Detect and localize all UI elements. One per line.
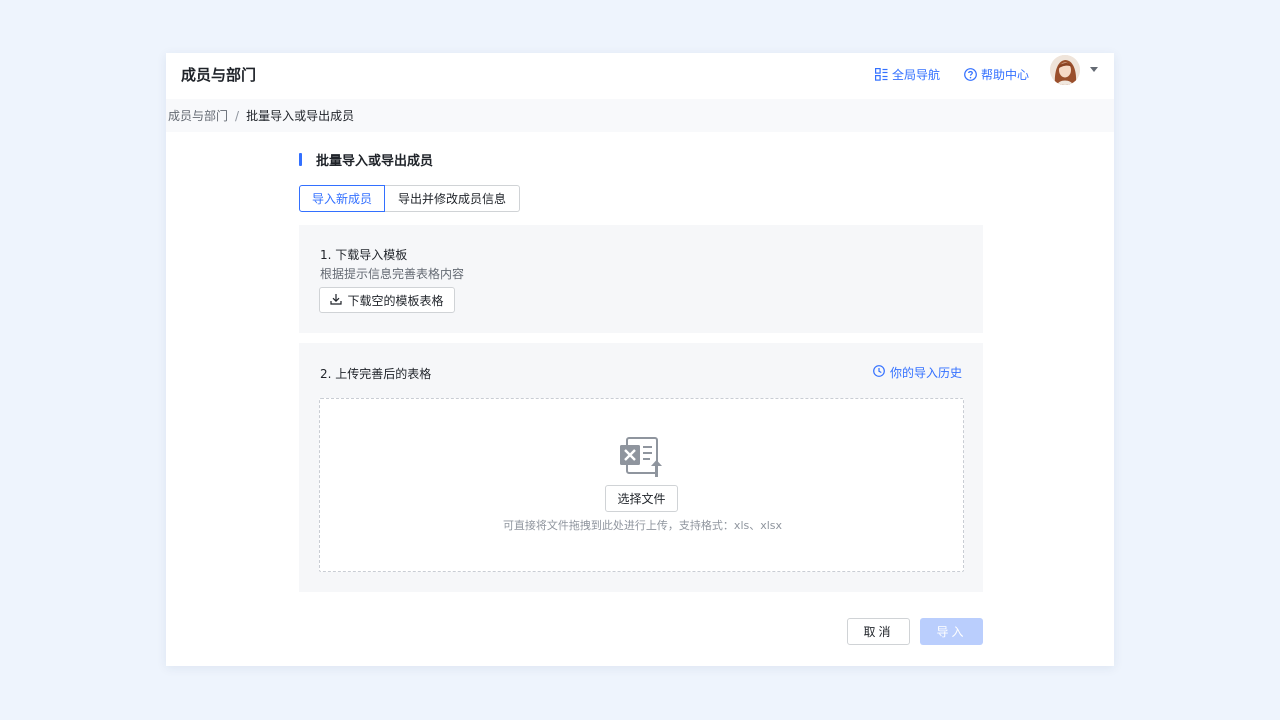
grid-list-icon <box>875 67 888 81</box>
file-dropzone[interactable]: 选择文件 可直接将文件拖拽到此处进行上传，支持格式：xls、xlsx <box>319 398 964 572</box>
tab-export-modify-members[interactable]: 导出并修改成员信息 <box>385 185 521 212</box>
chevron-down-icon[interactable] <box>1090 67 1098 72</box>
global-nav-link[interactable]: 全局导航 <box>875 64 940 84</box>
global-nav-label: 全局导航 <box>892 67 941 82</box>
top-header: 成员与部门 全局导航 帮助中心 <box>166 53 1114 99</box>
import-history-label: 你的导入历史 <box>890 366 963 380</box>
section-title: 批量导入或导出成员 <box>316 153 434 169</box>
breadcrumb-current: 批量导入或导出成员 <box>246 109 355 123</box>
breadcrumb-root[interactable]: 成员与部门 <box>168 107 228 124</box>
help-center-label: 帮助中心 <box>981 67 1030 82</box>
question-circle-icon <box>964 67 977 81</box>
cancel-label: 取消 <box>863 625 894 639</box>
section-accent-bar <box>299 152 302 166</box>
cancel-button[interactable]: 取消 <box>847 618 910 645</box>
import-button[interactable]: 导入 <box>920 618 983 645</box>
download-template-panel: 1. 下载导入模板 根据提示信息完善表格内容 下载空的模板表格 <box>299 225 983 333</box>
download-template-label: 下载空的模板表格 <box>347 293 444 308</box>
breadcrumb: 成员与部门 / 批量导入或导出成员 <box>166 99 1114 132</box>
import-history-link[interactable]: 你的导入历史 <box>873 364 962 381</box>
download-template-button[interactable]: 下载空的模板表格 <box>319 287 455 313</box>
section-header: 批量导入或导出成员 <box>299 151 434 169</box>
tab-import-new-members[interactable]: 导入新成员 <box>299 185 386 212</box>
upload-panel: 2. 上传完善后的表格 你的导入历史 选择文件 可直接将文件拖拽到此处进行上传，… <box>299 343 983 592</box>
download-icon <box>330 293 343 308</box>
clock-icon <box>873 365 885 380</box>
choose-file-button[interactable]: 选择文件 <box>605 485 678 512</box>
dropzone-hint: 可直接将文件拖拽到此处进行上传，支持格式：xls、xlsx <box>502 519 783 532</box>
breadcrumb-separator: / <box>235 108 240 123</box>
help-center-link[interactable]: 帮助中心 <box>964 64 1029 84</box>
step2-title: 2. 上传完善后的表格 <box>320 367 432 381</box>
excel-upload-icon <box>619 437 665 483</box>
tab-bar: 导入新成员 导出并修改成员信息 <box>299 185 521 212</box>
avatar[interactable] <box>1050 55 1080 85</box>
page-title: 成员与部门 <box>181 66 257 84</box>
step1-title: 1. 下载导入模板 <box>320 248 408 262</box>
main-window: 成员与部门 全局导航 帮助中心 成员与部门 / 批量导入或导出成员 批量导入或导… <box>166 53 1114 666</box>
step1-desc: 根据提示信息完善表格内容 <box>320 267 465 281</box>
